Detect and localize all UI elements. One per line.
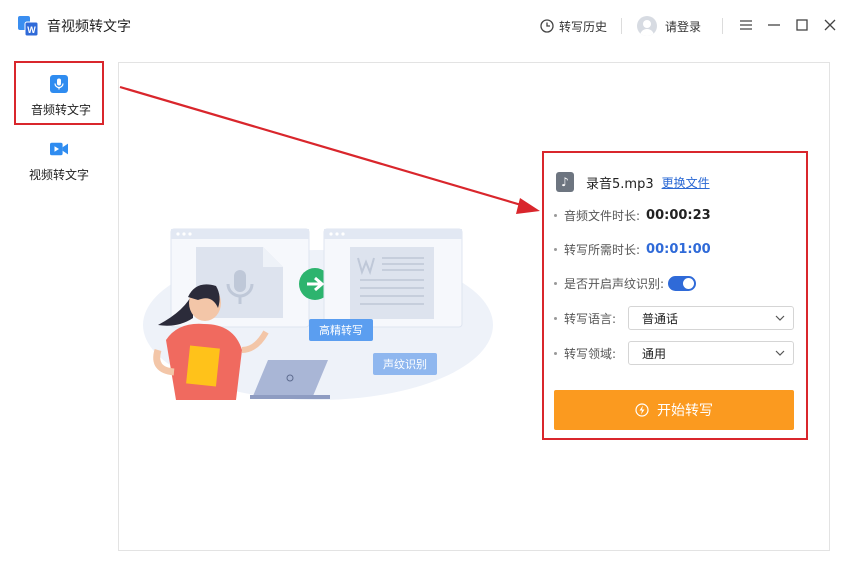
login-label: 请登录 <box>665 19 702 34</box>
language-value: 普通话 <box>642 311 679 326</box>
voiceprint-label: 是否开启声纹识别: <box>564 276 665 291</box>
required-time-value: 00:01:00 <box>646 241 711 257</box>
clock-icon <box>540 19 554 33</box>
svg-text:W: W <box>27 25 36 35</box>
file-info-panel: ♪ 录音5.mp3 更换文件 音频文件时长: 00:00:23 转写所需时长: … <box>542 151 808 440</box>
start-transcribe-button[interactable]: 开始转写 <box>554 390 794 430</box>
microphone-icon <box>50 75 68 93</box>
language-select[interactable]: 普通话 <box>628 306 794 330</box>
minimize-icon[interactable] <box>767 18 781 32</box>
file-name: 录音5.mp3 <box>586 176 654 192</box>
app-logo-icon: W <box>18 16 38 36</box>
duration-value: 00:00:23 <box>646 207 711 223</box>
sidebar-item-label: 视频转文字 <box>28 168 89 182</box>
avatar <box>637 16 657 36</box>
sidebar-item-label: 音频转文字 <box>30 103 91 117</box>
divider <box>722 18 723 34</box>
language-row: 转写语言: <box>554 308 616 328</box>
required-time-label: 转写所需时长: <box>564 242 641 257</box>
login-button[interactable]: 请登录 <box>637 15 701 37</box>
chevron-down-icon <box>775 315 785 321</box>
bubble-voiceprint: 声纹识别 <box>373 353 437 375</box>
chevron-down-icon <box>775 350 785 356</box>
language-label: 转写语言: <box>564 311 617 326</box>
music-note-icon: ♪ <box>556 172 574 192</box>
illustration <box>138 200 498 410</box>
menu-icon[interactable] <box>739 18 753 32</box>
domain-label: 转写领域: <box>564 346 617 361</box>
bullet <box>554 316 557 320</box>
sidebar-item-audio-to-text[interactable]: 音频转文字 <box>14 61 104 125</box>
video-camera-icon <box>50 142 68 156</box>
bubble-high-precision: 高精转写 <box>309 319 373 341</box>
start-button-label: 开始转写 <box>657 403 713 419</box>
domain-value: 通用 <box>642 346 667 361</box>
app-title: 音视频转文字 <box>47 19 131 35</box>
illustration-graphic <box>143 228 493 400</box>
voiceprint-row: 是否开启声纹识别: <box>554 273 697 293</box>
bullet <box>554 351 557 355</box>
history-label: 转写历史 <box>559 19 608 34</box>
maximize-icon[interactable] <box>795 18 809 32</box>
domain-row: 转写领域: <box>554 343 616 363</box>
required-time-row: 转写所需时长: 00:01:00 <box>554 239 711 259</box>
change-file-link[interactable]: 更换文件 <box>662 174 710 191</box>
duration-row: 音频文件时长: 00:00:23 <box>554 205 711 225</box>
domain-select[interactable]: 通用 <box>628 341 794 365</box>
history-button[interactable]: 转写历史 <box>540 15 607 37</box>
close-icon[interactable] <box>823 18 837 32</box>
duration-label: 音频文件时长: <box>564 208 641 223</box>
bullet <box>554 281 557 285</box>
voiceprint-toggle[interactable] <box>668 275 697 291</box>
bullet <box>554 247 557 251</box>
title-bar: W 音视频转文字 转写历史 请登录 <box>0 0 856 52</box>
sidebar-item-video-to-text[interactable]: 视频转文字 <box>14 126 104 190</box>
file-row: ♪ 录音5.mp3 更换文件 <box>556 172 710 192</box>
bullet <box>554 213 557 217</box>
lightning-icon <box>635 403 649 417</box>
divider <box>621 18 622 34</box>
